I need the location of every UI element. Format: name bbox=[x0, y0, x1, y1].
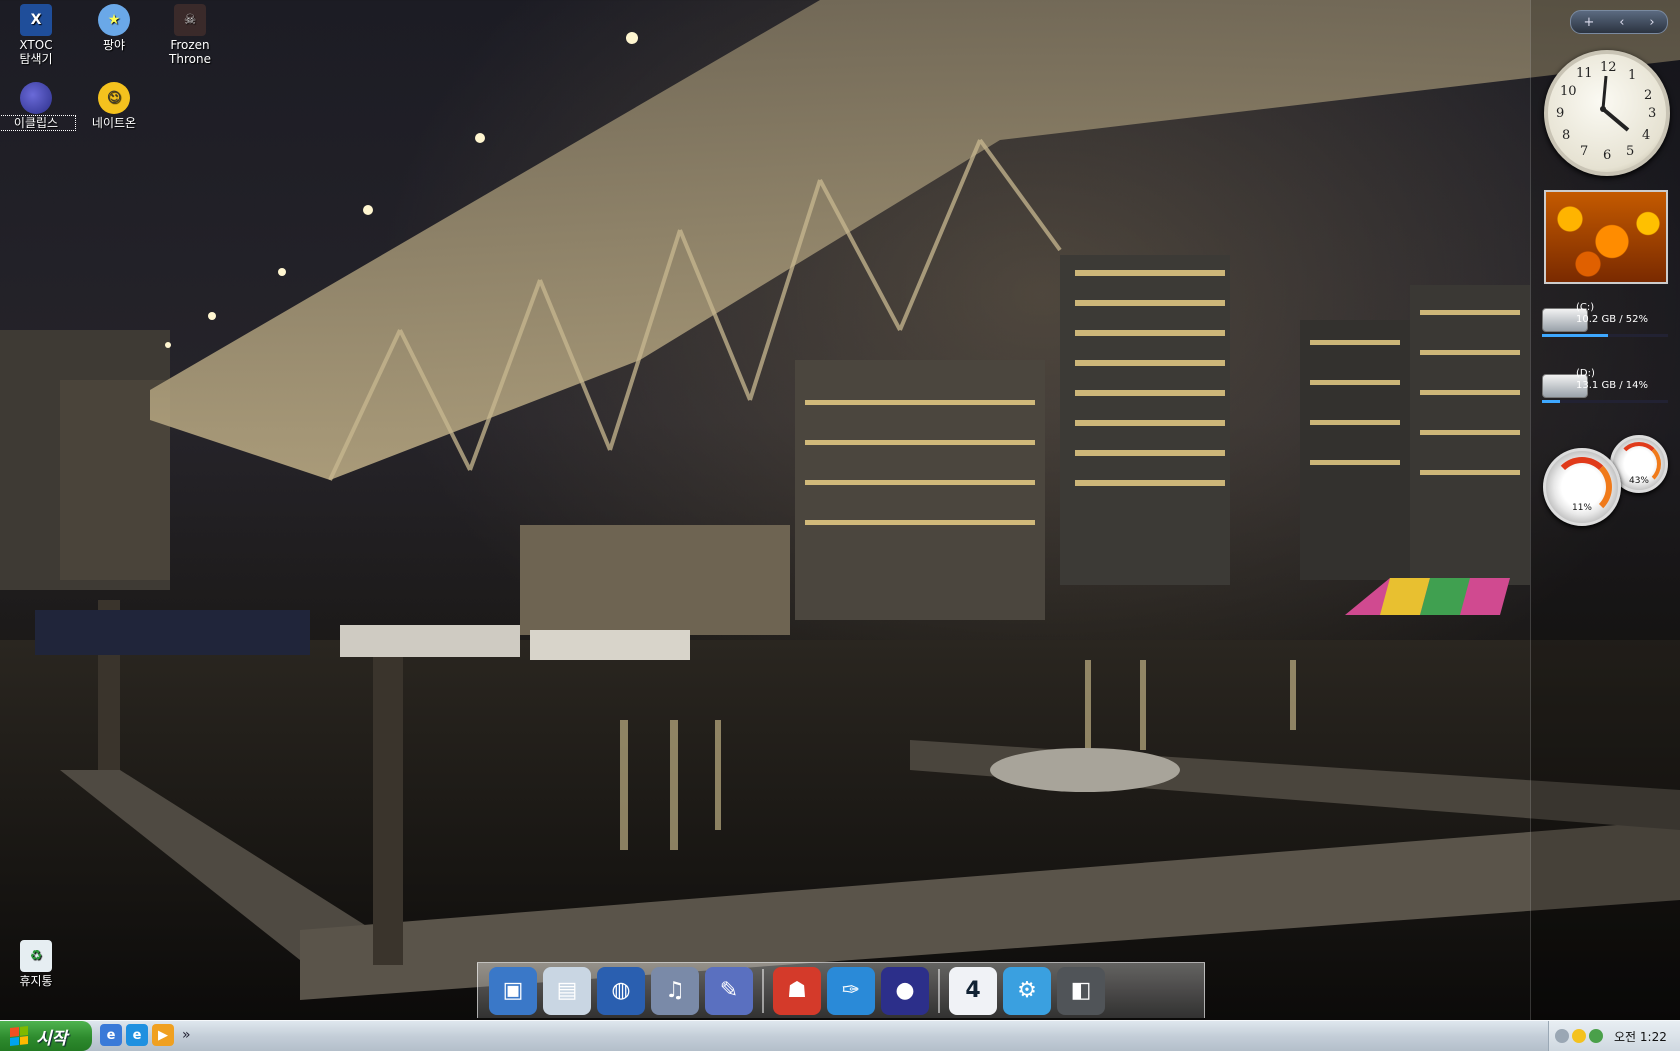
desktop-icon-frozen-throne[interactable]: ☠ Frozen Throne bbox=[151, 2, 229, 66]
clock-gadget[interactable]: 12 1 2 3 4 5 6 7 8 9 10 11 bbox=[1544, 50, 1670, 176]
drive-d-meter: (D:) 13.1 GB / 14% bbox=[1542, 368, 1672, 408]
next-gadget-button[interactable]: › bbox=[1649, 15, 1654, 30]
drive-usage: 13.1 GB / 14% bbox=[1576, 380, 1649, 391]
messenger-tray-icon[interactable] bbox=[1572, 1029, 1586, 1043]
globe-icon[interactable]: ◍ bbox=[597, 966, 645, 1015]
drive-usage: 10.2 GB / 52% bbox=[1576, 314, 1649, 325]
quick-launch: e e ▶ » bbox=[100, 1024, 191, 1046]
drive-name: (D:) bbox=[1576, 368, 1595, 379]
drive-c-meter: (C:) 10.2 GB / 52% bbox=[1542, 302, 1672, 342]
slideshow-gadget[interactable] bbox=[1544, 190, 1668, 284]
frozen-throne-icon: ☠ bbox=[174, 4, 206, 36]
dock-separator bbox=[938, 968, 940, 1013]
desktop-icon-label: 네이트온 bbox=[91, 116, 137, 130]
taskbar: 시작 e e ▶ » 오전 1:22 bbox=[0, 1020, 1680, 1051]
add-gadget-button[interactable]: + bbox=[1583, 15, 1594, 30]
taskbar-clock[interactable]: 오전 1:22 bbox=[1614, 1028, 1667, 1045]
cube-icon[interactable]: ◧ bbox=[1057, 966, 1105, 1015]
recycle-bin-icon: ♻ bbox=[20, 940, 52, 972]
prev-gadget-button[interactable]: ‹ bbox=[1619, 15, 1624, 30]
settings-icon[interactable]: ⚙ bbox=[1003, 966, 1051, 1015]
network-tray-icon[interactable] bbox=[1589, 1029, 1603, 1043]
eclipse-dock-icon[interactable]: ● bbox=[881, 966, 929, 1015]
sidebar-controls: + ‹ › bbox=[1570, 10, 1668, 34]
pangya-icon: ★ bbox=[98, 4, 130, 36]
desktop-icon-label: 휴지통 bbox=[19, 974, 53, 988]
quick-launch-more[interactable]: » bbox=[182, 1027, 191, 1043]
desktop-icon-label: 이클립스 bbox=[0, 115, 76, 131]
media-player-icon[interactable]: ▶ bbox=[152, 1024, 174, 1046]
show-desktop-icon[interactable]: e bbox=[100, 1024, 122, 1046]
system-tray: 오전 1:22 bbox=[1548, 1021, 1680, 1051]
start-button[interactable]: 시작 bbox=[0, 1021, 92, 1051]
nateon-icon: ☺ bbox=[98, 82, 130, 114]
desktop-icon-eclipse[interactable]: 이클립스 bbox=[0, 80, 76, 131]
feather-icon[interactable]: ✑ bbox=[827, 966, 875, 1015]
xtoc-explorer-icon: X bbox=[20, 4, 52, 36]
windows-logo-icon bbox=[10, 1026, 28, 1046]
tray-expand-icon[interactable] bbox=[1555, 1029, 1569, 1043]
start-label: 시작 bbox=[36, 1028, 68, 1049]
music-icon[interactable]: ♫ bbox=[651, 966, 699, 1015]
drive-usage-fill bbox=[1542, 334, 1608, 337]
drive-usage-bar bbox=[1542, 400, 1668, 403]
pencil-ruler-icon[interactable]: ✎ bbox=[705, 966, 753, 1015]
drive-usage-fill bbox=[1542, 400, 1560, 403]
documents-icon[interactable]: ▤ bbox=[543, 966, 591, 1015]
eclipse-icon bbox=[20, 82, 52, 114]
monitor-icon[interactable]: ▣ bbox=[489, 966, 537, 1015]
desktop-icon-label: 팡야 bbox=[102, 38, 126, 52]
desktop-icon-xtoc[interactable]: X XTOC 탐색기 bbox=[0, 2, 75, 66]
cpu-gauge[interactable]: 11% bbox=[1543, 448, 1621, 526]
calendar-icon[interactable]: 4 bbox=[949, 966, 997, 1015]
desktop-icon-label: XTOC 탐색기 bbox=[19, 38, 53, 66]
desktop-icon-nateon[interactable]: ☺ 네이트온 bbox=[75, 80, 153, 130]
desktop-icon-recycle-bin[interactable]: ♻ 휴지통 bbox=[0, 938, 75, 988]
drive-name: (C:) bbox=[1576, 302, 1595, 313]
desktop-icon-pangya[interactable]: ★ 팡야 bbox=[75, 2, 153, 52]
internet-explorer-icon[interactable]: e bbox=[126, 1024, 148, 1046]
drive-usage-bar bbox=[1542, 334, 1668, 337]
fire-browser-icon[interactable]: ☗ bbox=[773, 966, 821, 1015]
desktop-icon-label: Frozen Throne bbox=[169, 38, 211, 66]
clock-hands bbox=[1600, 75, 1630, 132]
dock-separator bbox=[762, 968, 764, 1013]
cpu-percent: 11% bbox=[1571, 503, 1592, 513]
desktop-wallpaper bbox=[0, 0, 1680, 1020]
dock-bar: ▣ ▤ ◍ ♫ ✎ ☗ ✑ ● 4 ⚙ ◧ bbox=[477, 962, 1205, 1018]
